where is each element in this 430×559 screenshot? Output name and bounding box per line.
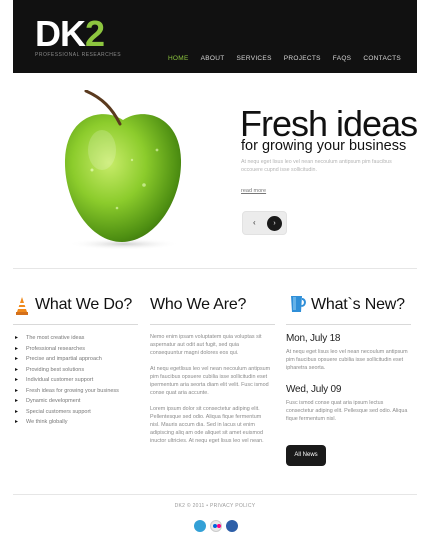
list-item[interactable]: Dynamic development: [13, 396, 138, 407]
about-text: Nemo enim ipsam voluptatem quia voluptas…: [150, 333, 275, 445]
list-item[interactable]: Precise and impartial approach: [13, 354, 138, 365]
logo-accent: 2: [85, 13, 105, 54]
section-title: Who We Are?: [150, 296, 247, 313]
list-item[interactable]: We think globally: [13, 417, 138, 428]
logo[interactable]: DK2: [35, 13, 105, 54]
section-header: What We Do?: [13, 290, 138, 325]
prev-arrow-icon[interactable]: ‹: [253, 218, 256, 227]
logo-text: DK2: [35, 13, 105, 54]
section-title: What We Do?: [35, 296, 133, 313]
nav-projects[interactable]: PROJECTS: [284, 55, 321, 62]
whats-new-section: What`s New? Mon, July 18 At nequ eget li…: [286, 290, 411, 466]
flickr-icon[interactable]: [210, 520, 222, 532]
nav-faqs[interactable]: FAQS: [333, 55, 352, 62]
twitter-icon[interactable]: [194, 520, 206, 532]
all-news-button[interactable]: All News: [286, 445, 326, 466]
slider-nav: ‹ ›: [242, 211, 287, 235]
list-item[interactable]: Individual customer support: [13, 375, 138, 386]
list-item[interactable]: The most creative ideas: [13, 333, 138, 344]
nav-services[interactable]: SERVICES: [237, 55, 272, 62]
logo-main: DK: [35, 13, 86, 54]
hero-subtitle: for growing your business: [241, 138, 407, 154]
cup-icon: [291, 296, 306, 312]
news-text: At nequ eget lisus leo vel nean necoulum…: [286, 349, 408, 371]
paragraph: Lorem ipsum dolor sit consectetur adipin…: [150, 406, 264, 444]
next-arrow-icon[interactable]: ›: [267, 216, 282, 231]
news-date[interactable]: Mon, July 18: [286, 333, 411, 344]
list-item[interactable]: Professional researches: [13, 344, 138, 355]
services-list: The most creative ideas Professional res…: [13, 333, 138, 428]
what-we-do-section: What We Do? The most creative ideas Prof…: [13, 290, 138, 428]
hero-text: At nequ eget lisus leo vel nean necoulum…: [241, 159, 392, 173]
list-item[interactable]: Fresh ideas for growing your business: [13, 386, 138, 397]
section-header: What`s New?: [286, 290, 411, 325]
section-header: Who We Are?: [150, 290, 275, 325]
list-item[interactable]: Special customers support: [13, 407, 138, 418]
green-apple-image: [64, 90, 182, 250]
section-title: What`s New?: [311, 296, 405, 313]
news-date[interactable]: Wed, July 09: [286, 384, 411, 395]
nav-contacts[interactable]: CONTACTS: [363, 55, 401, 62]
nav-home[interactable]: HOME: [168, 55, 189, 62]
nav-about[interactable]: ABOUT: [201, 55, 225, 62]
divider: [13, 494, 417, 495]
who-we-are-section: Who We Are? Nemo enim ipsam voluptatem q…: [150, 290, 275, 453]
news-text: Fusc ismod conse quat aria ipsum lectus …: [286, 400, 408, 422]
read-more-link[interactable]: read more: [241, 188, 266, 194]
divider: [13, 268, 417, 269]
list-item[interactable]: Providing best solutions: [13, 365, 138, 376]
paragraph: Nemo enim ipsam voluptatem quia voluptas…: [150, 334, 262, 356]
news-item: Wed, July 09 Fusc ismod conse quat aria …: [286, 384, 411, 423]
footer-copyright: DK2 © 2011 • PRIVACY POLICY: [174, 503, 256, 509]
paragraph: At nequ egetlisus leo vel nean necoulum …: [150, 366, 271, 396]
logo-tagline: PROFESSIONAL RESEARCHES: [35, 52, 122, 58]
news-item: Mon, July 18 At nequ eget lisus leo vel …: [286, 333, 411, 372]
main-nav: HOME ABOUT SERVICES PROJECTS FAQS CONTAC…: [168, 55, 401, 62]
delicious-icon[interactable]: [226, 520, 238, 532]
traffic-cone-icon: [16, 297, 28, 315]
site-header: DK2 PROFESSIONAL RESEARCHES HOME ABOUT S…: [13, 0, 417, 73]
